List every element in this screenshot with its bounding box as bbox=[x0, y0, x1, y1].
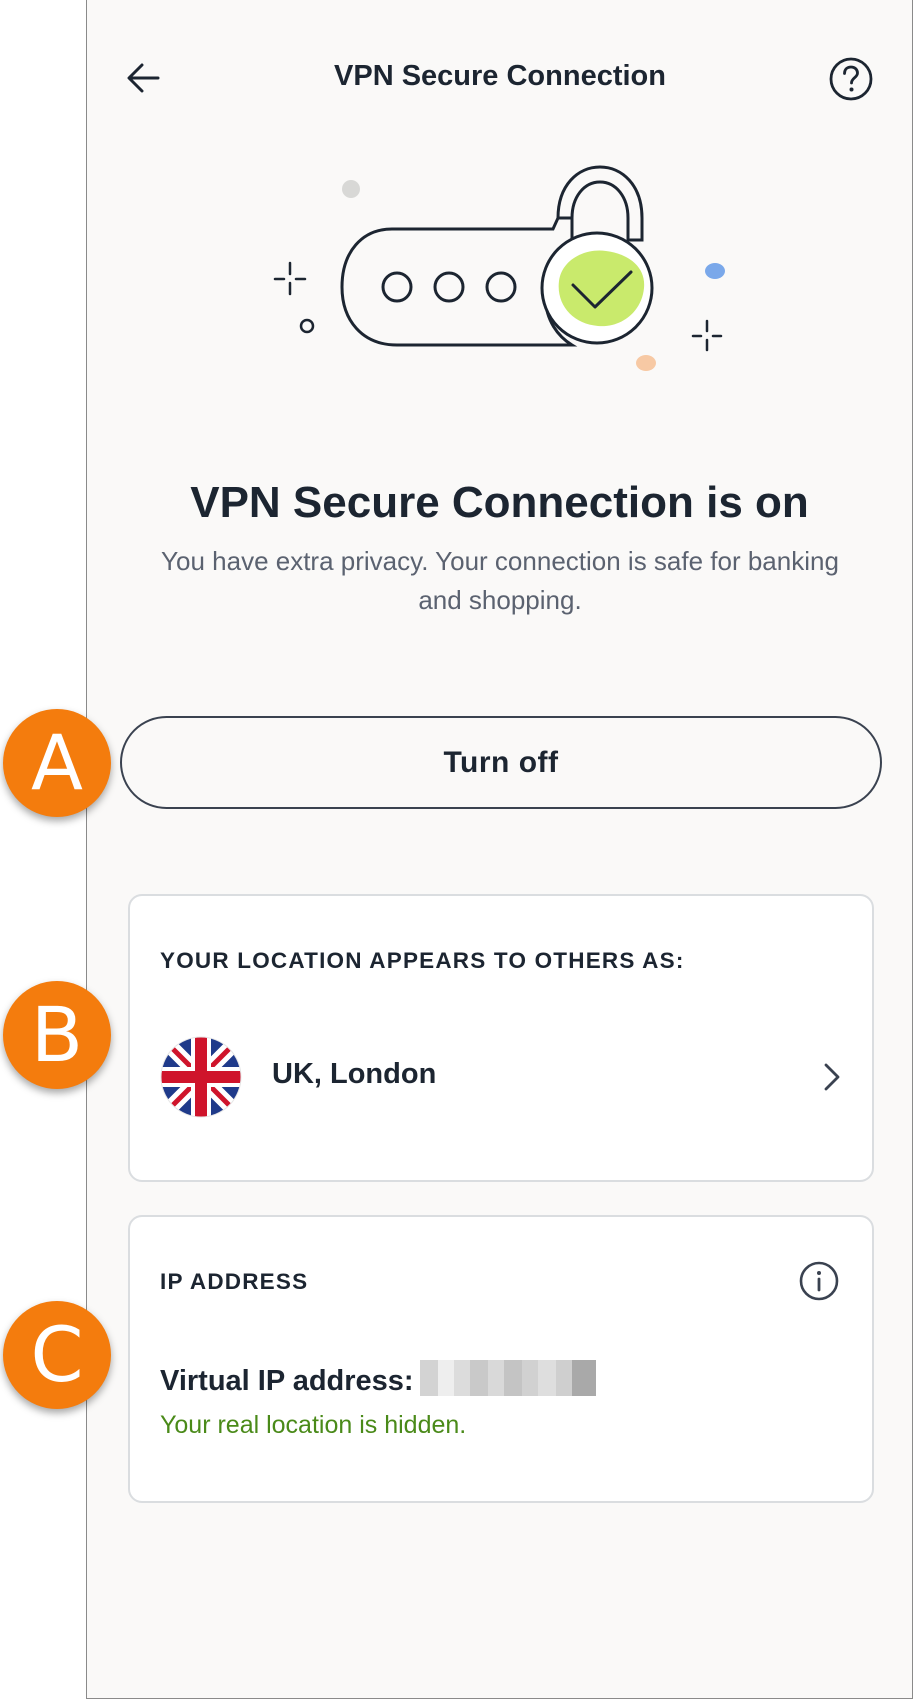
arrow-left-icon bbox=[127, 63, 160, 93]
uk-flag-icon bbox=[160, 1036, 242, 1118]
back-button[interactable] bbox=[124, 58, 164, 98]
info-circle-icon[interactable] bbox=[798, 1260, 840, 1302]
ip-address-card: IP ADDRESS Virtual IP address: Your real… bbox=[128, 1215, 874, 1503]
decor-dot bbox=[705, 263, 725, 279]
annotation-badge-b: B bbox=[3, 981, 111, 1089]
turn-off-button[interactable]: Turn off bbox=[120, 716, 882, 809]
location-name: UK, London bbox=[272, 1058, 437, 1090]
redacted-ip-value bbox=[420, 1360, 596, 1396]
annotation-badge-a: A bbox=[3, 709, 111, 817]
status-subtitle: You have extra privacy. Your connection … bbox=[161, 546, 839, 615]
location-hidden-note: Your real location is hidden. bbox=[160, 1411, 467, 1439]
decor-ring bbox=[299, 318, 315, 334]
help-button[interactable] bbox=[828, 56, 874, 102]
virtual-ip-label: Virtual IP address: bbox=[160, 1365, 414, 1397]
padlock-checkmark-illustration bbox=[273, 165, 725, 371]
location-card: YOUR LOCATION APPEARS TO OTHERS AS: UK, … bbox=[128, 894, 874, 1182]
decor-dot bbox=[342, 180, 360, 198]
chevron-right-icon bbox=[824, 1063, 840, 1091]
question-circle-icon bbox=[829, 57, 873, 101]
decor-dot bbox=[636, 355, 656, 371]
annotation-badge-c: C bbox=[3, 1301, 111, 1409]
page-title: VPN Secure Connection bbox=[334, 60, 666, 92]
status-title: VPN Secure Connection is on bbox=[190, 478, 809, 527]
location-card-heading: YOUR LOCATION APPEARS TO OTHERS AS: bbox=[160, 948, 685, 973]
location-selector[interactable]: UK, London bbox=[130, 1036, 872, 1120]
ip-card-heading: IP ADDRESS bbox=[160, 1269, 309, 1294]
